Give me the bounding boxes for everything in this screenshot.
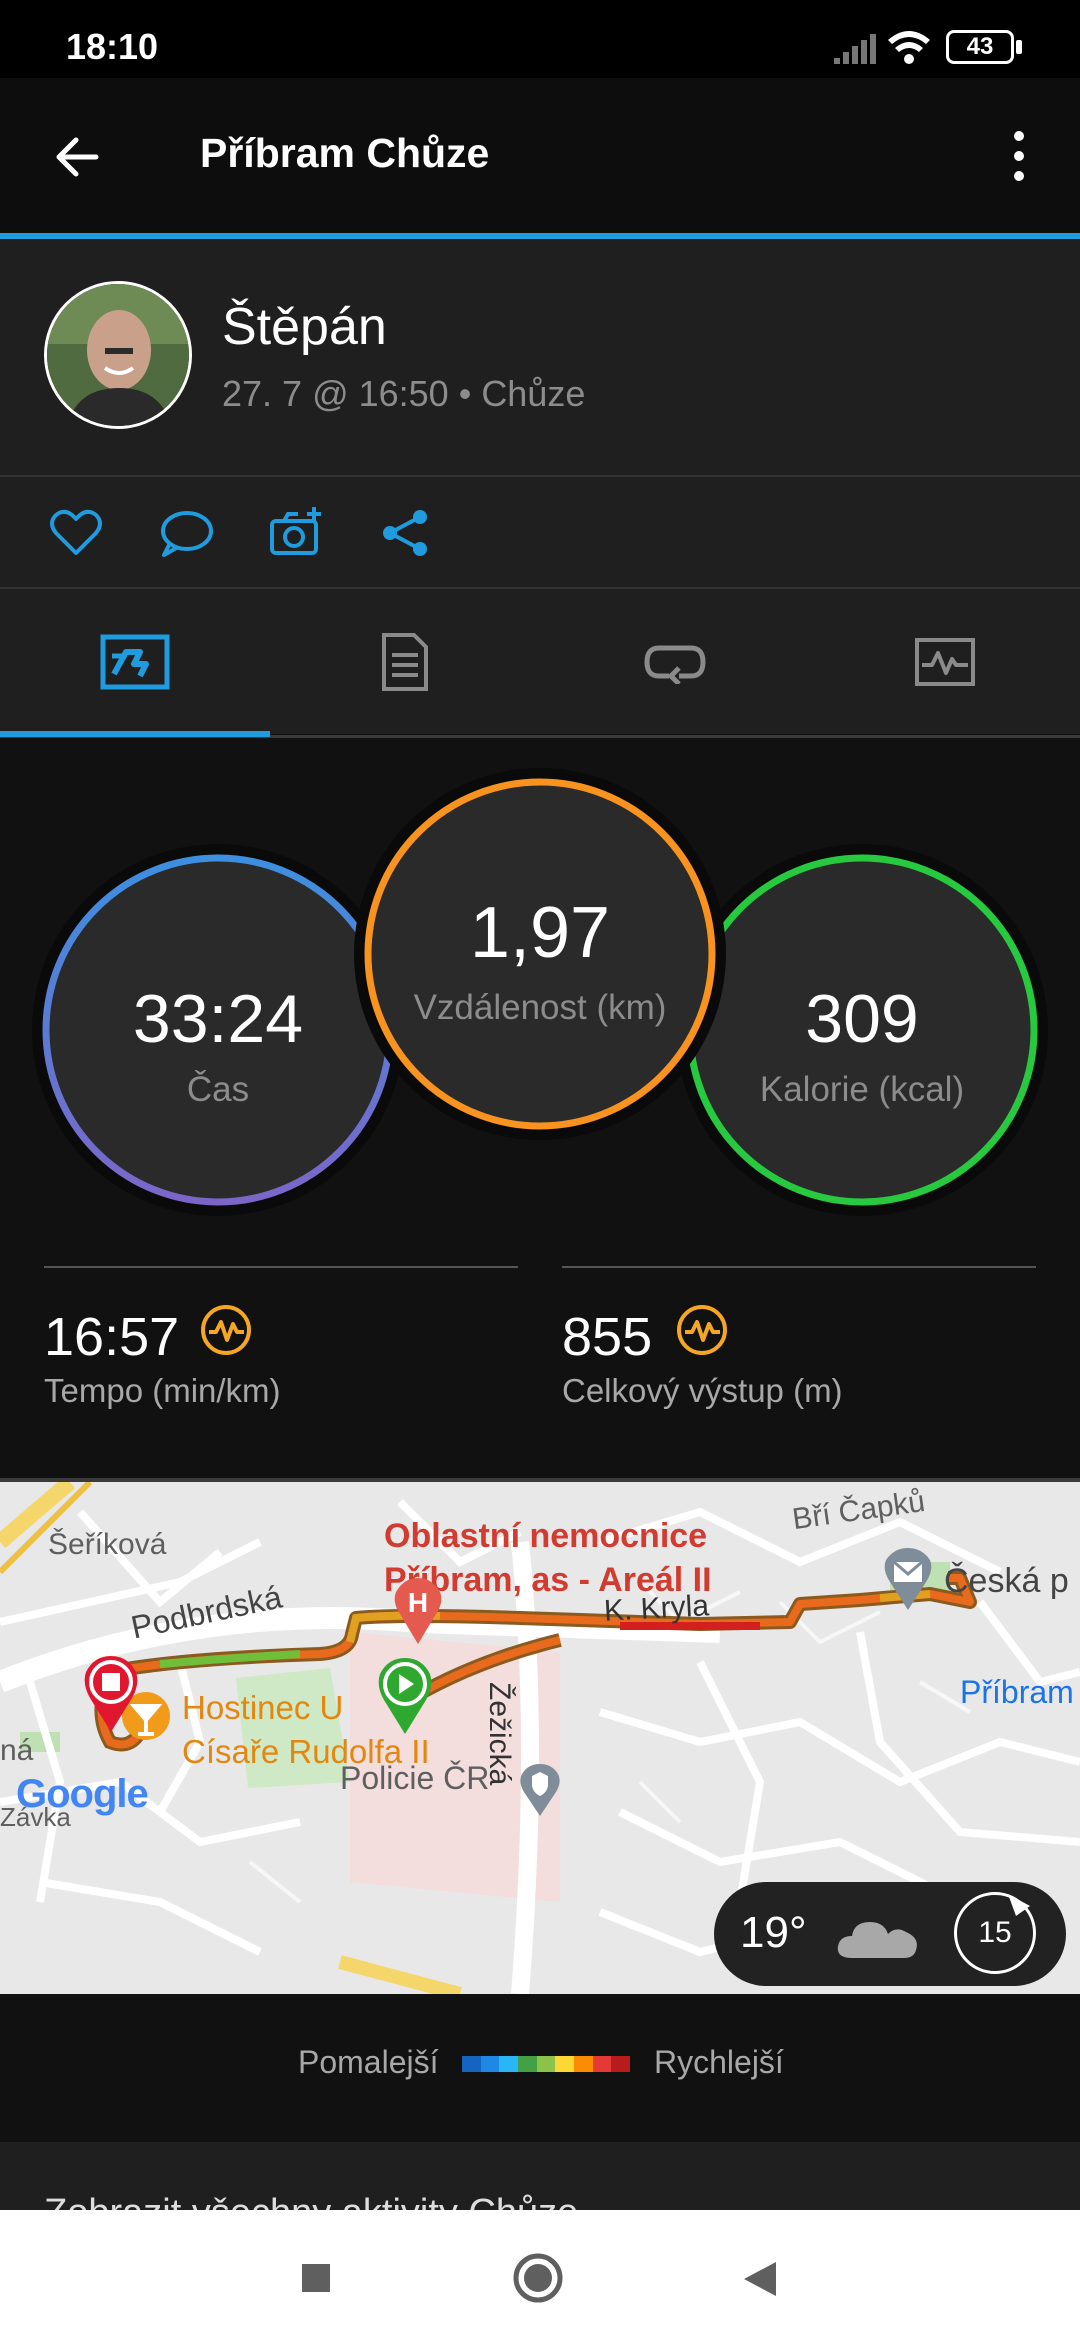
speed-legend: Pomalejší Rychlejší <box>0 1994 1080 2140</box>
ascent-value: 855 <box>562 1307 653 1367</box>
legend-swatch <box>536 2056 556 2072</box>
tab-charts[interactable] <box>810 589 1080 734</box>
recents-icon[interactable] <box>300 2262 332 2294</box>
time-ring: 33:24 Čas <box>30 842 406 1218</box>
tab-details[interactable] <box>270 589 540 734</box>
tab-overview[interactable] <box>0 589 270 734</box>
svg-text:H: H <box>408 1587 428 1618</box>
chart-icon <box>915 637 975 686</box>
wind-speed: 15 <box>978 1916 1012 1949</box>
app-bar: Příbram Chůze <box>0 78 1080 233</box>
avatar[interactable] <box>44 281 192 429</box>
back-icon[interactable] <box>742 2260 778 2298</box>
user-name[interactable]: Štěpán <box>222 297 387 357</box>
route-map[interactable]: Šeříková Podbrdská K. Kryla Žežická Bří … <box>0 1482 1080 1994</box>
ascent-divider <box>562 1266 1036 1268</box>
pace-divider <box>44 1266 518 1268</box>
tab-bar <box>0 589 1080 734</box>
battery-icon: 43 <box>946 30 1014 64</box>
activity-header: Štěpán 27. 7 @ 16:50 • Chůze <box>0 239 1080 475</box>
stats-panel: 33:24 Čas 309 Kalorie (kcal) 1,97 Vzdále… <box>0 738 1080 1478</box>
place-label: Příbram <box>960 1674 1074 1710</box>
finish-pin-icon[interactable] <box>80 1654 142 1734</box>
cloud-icon <box>837 1922 917 1958</box>
legend-faster-label: Rychlejší <box>654 2044 784 2080</box>
start-pin-icon[interactable] <box>374 1656 436 1736</box>
ascent-label: Celkový výstup (m) <box>562 1372 843 1409</box>
add-photo-icon[interactable] <box>268 505 324 561</box>
weather-badge: 19° 15 <box>714 1882 1066 1986</box>
legend-swatch <box>462 2056 481 2072</box>
legend-swatch <box>480 2056 500 2072</box>
comment-icon[interactable] <box>158 505 214 561</box>
distance-label: Vzdálenost (km) <box>413 988 667 1027</box>
street-label: ná <box>0 1734 34 1767</box>
street-label: Šeříková <box>48 1528 167 1561</box>
legend-swatch <box>574 2056 593 2072</box>
post-office-pin-icon[interactable] <box>880 1546 936 1612</box>
google-wordmark: Google <box>16 1772 149 1816</box>
calories-value: 309 <box>805 981 919 1057</box>
share-icon[interactable] <box>378 505 434 561</box>
battery-level: 43 <box>966 33 994 60</box>
legend-color-bar <box>462 2056 631 2072</box>
status-bar: 18:10 43 <box>0 0 1080 78</box>
overview-icon <box>100 634 170 689</box>
tab-indicator <box>0 731 270 737</box>
time-value: 33:24 <box>132 981 304 1057</box>
wind-direction-icon <box>1008 1894 1030 1916</box>
legend-swatch <box>555 2056 575 2072</box>
pace-chart-icon[interactable] <box>198 1302 254 1358</box>
place-label: Česká p <box>944 1562 1069 1600</box>
time-label: Čas <box>186 1070 250 1109</box>
page-title: Příbram Chůze <box>200 130 490 176</box>
google-logo: Google <box>16 1772 149 1817</box>
police-pin-icon[interactable] <box>516 1762 564 1818</box>
legend-swatch <box>611 2056 631 2072</box>
home-icon[interactable] <box>512 2252 564 2304</box>
legend-slower-label: Pomalejší <box>298 2044 439 2080</box>
legend-swatch <box>499 2056 519 2072</box>
pace-value: 16:57 <box>44 1307 180 1367</box>
more-options-icon[interactable] <box>1004 126 1034 186</box>
legend-swatch <box>592 2056 612 2072</box>
like-heart-icon[interactable] <box>48 505 104 561</box>
activity-date-type: 27. 7 @ 16:50 • Chůze <box>222 373 586 414</box>
system-nav-bar <box>0 2210 1080 2340</box>
action-row <box>0 477 1080 587</box>
distance-ring: 1,97 Vzdálenost (km) <box>352 766 728 1142</box>
legend-swatch <box>518 2056 537 2072</box>
tab-laps[interactable] <box>540 589 810 734</box>
distance-value: 1,97 <box>469 893 611 973</box>
signal-icon <box>834 34 876 64</box>
calories-ring: 309 Kalorie (kcal) <box>674 842 1050 1218</box>
pace-label: Tempo (min/km) <box>44 1372 281 1409</box>
ascent-chart-icon[interactable] <box>674 1302 730 1358</box>
status-time: 18:10 <box>66 26 159 67</box>
document-icon <box>382 632 428 691</box>
laps-loop-icon <box>644 645 706 684</box>
weather-temperature: 19° <box>740 1908 807 1957</box>
hospital-pin-icon[interactable]: H <box>392 1576 444 1646</box>
wifi-icon <box>888 31 930 64</box>
police-poi-label: Policie ČR <box>340 1760 490 1796</box>
back-arrow-icon[interactable] <box>52 132 102 182</box>
poi-line: Oblastní nemocnice <box>384 1517 708 1555</box>
battery-tip <box>1016 40 1022 54</box>
calories-label: Kalorie (kcal) <box>759 1070 965 1109</box>
